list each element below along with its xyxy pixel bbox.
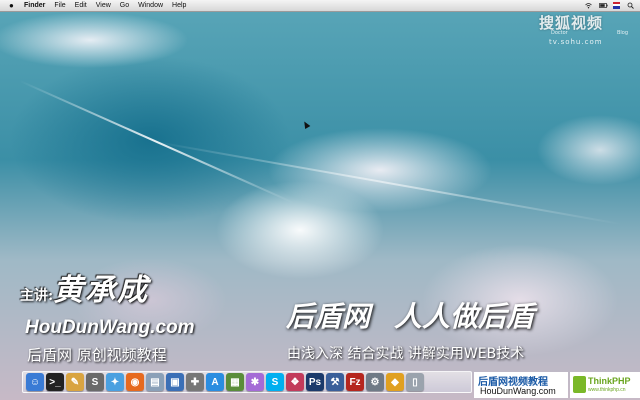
dock: ☺ >_ ✎ S ✦ ◉ ▤ ▣ ✚ A ▦ ✱ S ❖ Ps ⚒ Fz ⚙ ◆ ▯ xyxy=(22,371,472,393)
watermark-sub-left: Doctor xyxy=(551,30,568,36)
watermark-logo: 搜狐视频 xyxy=(539,14,604,32)
speaker-credit: 主讲:黄承成 xyxy=(20,265,149,309)
brand-right: 人人做后盾 xyxy=(394,300,535,333)
instastats-icon[interactable]: ✱ xyxy=(246,373,264,391)
speaker-label: 主讲: xyxy=(20,288,54,304)
watermark-sub-right: Blog xyxy=(616,30,628,36)
houdunwang-logo-url: HouDunWang.com xyxy=(480,386,556,396)
brand-left: 后盾网 xyxy=(286,300,371,333)
thinkphp-badge-icon xyxy=(573,376,586,393)
flag-icon[interactable] xyxy=(613,2,620,9)
notes-icon[interactable]: ✎ xyxy=(66,373,84,391)
thinkphp-url: www.thinkphp.cn xyxy=(588,387,626,393)
spotlight-icon[interactable] xyxy=(627,2,634,9)
desktop-wallpaper xyxy=(0,0,640,400)
battery-icon[interactable] xyxy=(599,2,608,9)
apple-menu-icon[interactable]: ● xyxy=(9,1,16,10)
menu-extras xyxy=(585,2,640,9)
trash-icon[interactable]: ▯ xyxy=(406,373,424,391)
terminal-icon[interactable]: >_ xyxy=(46,373,64,391)
finder-icon[interactable]: ☺ xyxy=(26,373,44,391)
brand-slogan: 后盾网 人人做后盾 xyxy=(286,295,534,335)
menu-bar: ● Finder File Edit View Go Window Help xyxy=(0,0,640,12)
photo-icon[interactable]: ▦ xyxy=(226,373,244,391)
tagline: 后盾网 原创视频教程 xyxy=(27,346,167,364)
site-url: HouDunWang.com xyxy=(25,317,195,338)
speaker-name: 黄承成 xyxy=(53,273,150,308)
photoshop-icon[interactable]: Ps xyxy=(306,373,324,391)
xcode-icon[interactable]: ⚒ xyxy=(326,373,344,391)
flash-icon[interactable]: ❖ xyxy=(286,373,304,391)
menu-go[interactable]: Go xyxy=(120,2,129,9)
sublime-icon[interactable]: ◆ xyxy=(386,373,404,391)
scripts-icon[interactable]: S xyxy=(86,373,104,391)
watermark-url: tv.sohu.com xyxy=(549,38,603,46)
utility-icon[interactable]: ✚ xyxy=(186,373,204,391)
thinkphp-logo: ThinkPHP www.thinkphp.cn xyxy=(570,372,640,398)
menu-edit[interactable]: Edit xyxy=(75,2,87,9)
course-slogan: 由浅入深 结合实战 讲解实用WEB技术 xyxy=(287,346,525,362)
skype-icon[interactable]: S xyxy=(266,373,284,391)
safari-icon[interactable]: ✦ xyxy=(106,373,124,391)
sohu-video-watermark: 搜狐视频 Doctor Blog tv.sohu.com xyxy=(539,12,634,57)
menu-window[interactable]: Window xyxy=(138,2,163,9)
thinkphp-name: ThinkPHP xyxy=(588,376,631,386)
menu-app-name[interactable]: Finder xyxy=(24,2,45,9)
wifi-icon[interactable] xyxy=(585,2,592,9)
menu-help[interactable]: Help xyxy=(172,2,186,9)
light-streak xyxy=(149,140,623,226)
firefox-icon[interactable]: ◉ xyxy=(126,373,144,391)
menu-file[interactable]: File xyxy=(54,2,65,9)
virtualbox-icon[interactable]: ▣ xyxy=(166,373,184,391)
preferences-icon[interactable]: ⚙ xyxy=(366,373,384,391)
menu-view[interactable]: View xyxy=(96,2,111,9)
preview-icon[interactable]: ▤ xyxy=(146,373,164,391)
appstore-icon[interactable]: A xyxy=(206,373,224,391)
filezilla-icon[interactable]: Fz xyxy=(346,373,364,391)
houdunwang-logo: 后盾网视频教程 HouDunWang.com xyxy=(474,372,568,398)
